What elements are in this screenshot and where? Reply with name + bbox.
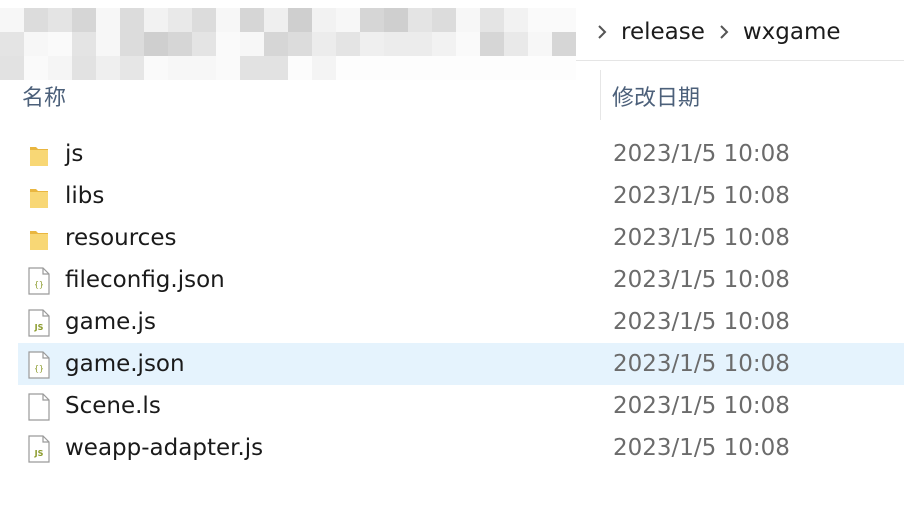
address-divider [576, 60, 904, 61]
file-name[interactable]: game.json [65, 343, 185, 385]
file-row[interactable]: JS weapp-adapter.js 2023/1/5 10:08 [18, 427, 904, 469]
file-date-modified: 2023/1/5 10:08 [613, 309, 790, 335]
file-date-modified: 2023/1/5 10:08 [613, 267, 790, 293]
file-name[interactable]: resources [65, 217, 176, 259]
file-name[interactable]: Scene.ls [65, 385, 161, 427]
file-date-modified: 2023/1/5 10:08 [613, 435, 790, 461]
breadcrumb: release wxgame [585, 14, 843, 50]
json-file-icon: {} [28, 351, 50, 379]
file-name[interactable]: weapp-adapter.js [65, 427, 263, 469]
svg-text:JS: JS [34, 449, 44, 458]
breadcrumb-item-release[interactable]: release [619, 19, 707, 45]
folder-icon [28, 225, 50, 253]
file-name[interactable]: libs [65, 175, 104, 217]
redacted-path-area [0, 0, 590, 82]
file-date-modified: 2023/1/5 10:08 [613, 183, 790, 209]
file-row[interactable]: libs 2023/1/5 10:08 [18, 175, 904, 217]
js-file-icon: JS [28, 435, 50, 463]
file-name[interactable]: game.js [65, 301, 156, 343]
breadcrumb-item-wxgame[interactable]: wxgame [741, 19, 843, 45]
js-file-icon: JS [28, 309, 50, 337]
file-date-modified: 2023/1/5 10:08 [613, 351, 790, 377]
chevron-right-icon[interactable] [591, 21, 613, 43]
svg-text:{}: {} [34, 280, 44, 289]
file-row[interactable]: JS game.js 2023/1/5 10:08 [18, 301, 904, 343]
file-row[interactable]: {} game.json 2023/1/5 10:08 [18, 343, 904, 385]
address-bar[interactable]: release wxgame [0, 0, 904, 80]
file-date-modified: 2023/1/5 10:08 [613, 141, 790, 167]
file-list: js 2023/1/5 10:08 libs 2023/1/5 10:08 resour… [18, 133, 904, 469]
file-row[interactable]: Scene.ls 2023/1/5 10:08 [18, 385, 904, 427]
column-header-name[interactable]: 名称 [22, 74, 592, 118]
column-separator[interactable] [600, 70, 601, 120]
file-row[interactable]: js 2023/1/5 10:08 [18, 133, 904, 175]
file-row[interactable]: {} fileconfig.json 2023/1/5 10:08 [18, 259, 904, 301]
file-icon [28, 393, 50, 421]
folder-icon [28, 183, 50, 211]
folder-icon [28, 141, 50, 169]
file-row[interactable]: resources 2023/1/5 10:08 [18, 217, 904, 259]
chevron-right-icon[interactable] [713, 21, 735, 43]
svg-text:{}: {} [34, 364, 44, 373]
file-name[interactable]: js [65, 133, 83, 175]
json-file-icon: {} [28, 267, 50, 295]
column-header-date-modified[interactable]: 修改日期 [612, 74, 902, 118]
svg-text:JS: JS [34, 323, 44, 332]
file-explorer-window: release wxgame 名称 修改日期 js 2023/1/5 10:08 l… [0, 0, 904, 528]
file-date-modified: 2023/1/5 10:08 [613, 225, 790, 251]
file-date-modified: 2023/1/5 10:08 [613, 393, 790, 419]
file-name[interactable]: fileconfig.json [65, 259, 225, 301]
